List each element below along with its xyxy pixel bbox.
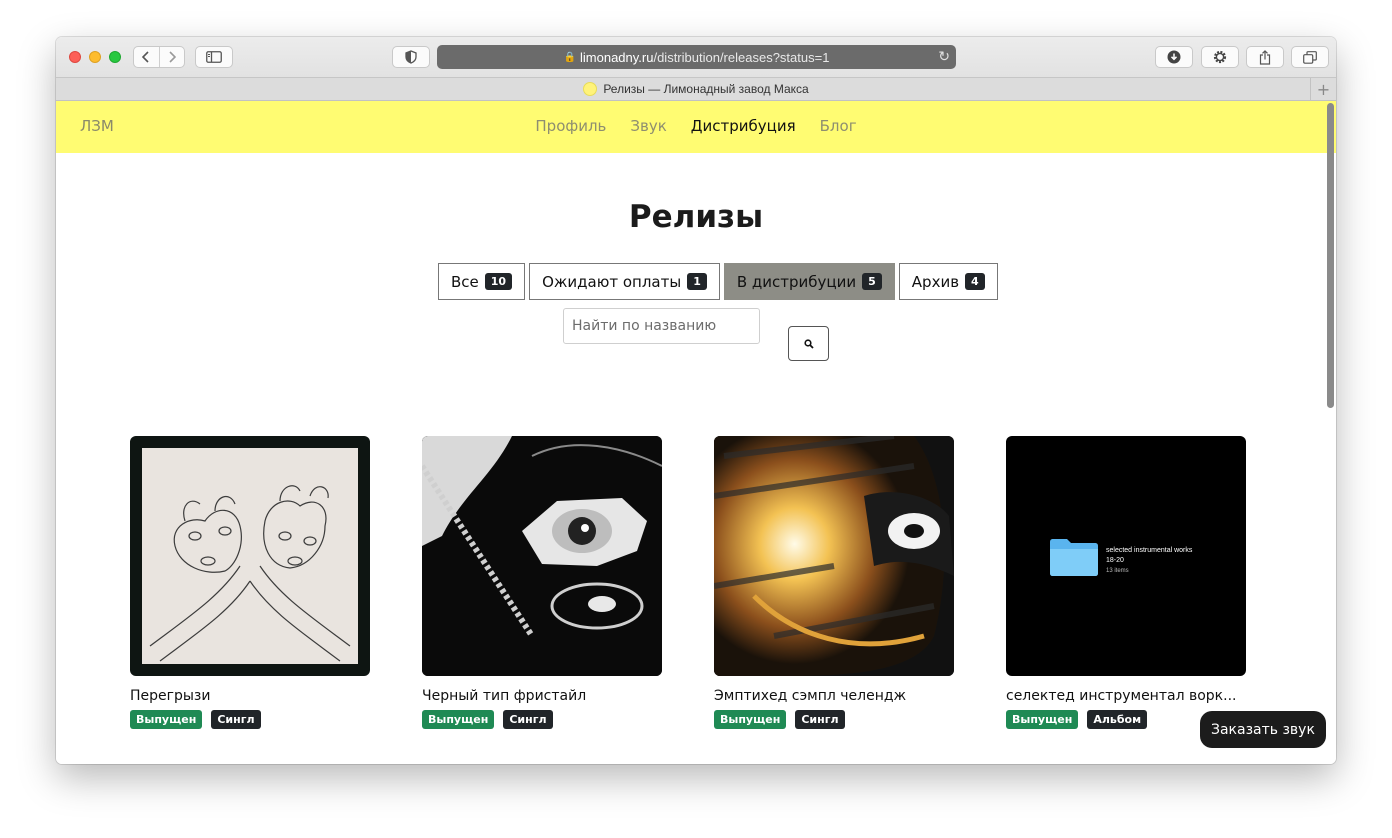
search-icon — [803, 338, 814, 349]
release-title[interactable]: Перегрызи — [130, 688, 370, 704]
tab-strip: Релизы — Лимонадный завод Макса + — [56, 77, 1336, 101]
cover-caption-line: 18-20 — [1106, 557, 1124, 564]
page-title: Релизы — [628, 199, 764, 235]
history-nav — [133, 46, 185, 68]
lock-icon: 🔒 — [563, 51, 576, 63]
release-title[interactable]: Черный тип фристайл — [422, 688, 662, 704]
status-badge: Выпущен — [1006, 710, 1079, 729]
nav-item-distribution[interactable]: Дистрибуция — [691, 117, 796, 135]
url-path: /distribution/releases?status=1 — [653, 49, 830, 65]
chevron-right-icon — [169, 51, 176, 63]
release-tags: Выпущен Сингл — [130, 710, 370, 729]
filter-label: Все — [451, 272, 479, 291]
cover-caption-line: selected instrumental works — [1106, 547, 1193, 554]
filter-label: В дистрибуции — [736, 272, 857, 291]
browser-window: 🔒 limonadny.ru/distribution/releases?sta… — [56, 37, 1336, 764]
release-title[interactable]: селектед инструментал ворк... — [1006, 688, 1246, 704]
cover-caption-line: 13 items — [1106, 568, 1129, 574]
count-badge: 4 — [965, 273, 985, 290]
sidebar-toggle-button[interactable] — [195, 46, 233, 68]
mask-artwork — [714, 436, 954, 676]
filter-awaiting-payment[interactable]: Ожидают оплаты 1 — [529, 263, 720, 300]
nav-item-blog[interactable]: Блог — [820, 117, 857, 135]
page-scrollbar[interactable] — [1327, 103, 1334, 408]
count-badge: 10 — [484, 273, 513, 290]
type-badge: Сингл — [211, 710, 261, 729]
release-cover[interactable] — [422, 436, 662, 676]
count-badge: 5 — [862, 273, 882, 290]
hands-artwork — [142, 448, 358, 664]
status-badge: Выпущен — [130, 710, 203, 729]
minimize-window-button[interactable] — [89, 51, 101, 63]
status-badge: Выпущен — [422, 710, 495, 729]
share-icon — [1259, 49, 1271, 65]
release-card[interactable]: Черный тип фристайл Выпущен Сингл — [422, 436, 662, 729]
plus-icon: + — [1316, 79, 1331, 99]
search-button[interactable] — [788, 326, 829, 361]
chevron-left-icon — [142, 51, 149, 63]
filter-archive[interactable]: Архив 4 — [898, 263, 998, 300]
shield-icon — [405, 50, 417, 64]
count-badge: 1 — [687, 273, 707, 290]
download-icon — [1167, 50, 1181, 64]
release-cover[interactable] — [130, 436, 370, 676]
search-input[interactable] — [563, 308, 760, 344]
filter-label: Архив — [911, 272, 960, 291]
tab-overview-button[interactable] — [1291, 46, 1329, 68]
type-badge: Сингл — [795, 710, 845, 729]
web-page: ЛЗМ Профиль Звук Дистрибуция Блог Релизы… — [56, 101, 1336, 764]
status-filters: Все 10 Ожидают оплаты 1 В дистрибуции 5 … — [438, 263, 998, 300]
type-badge: Альбом — [1087, 710, 1148, 729]
back-button[interactable] — [134, 47, 159, 67]
filter-all[interactable]: Все 10 — [438, 263, 526, 300]
nav-item-sound[interactable]: Звук — [630, 117, 666, 135]
tabs-icon — [1303, 50, 1317, 64]
release-tags: Выпущен Сингл — [422, 710, 662, 729]
close-window-button[interactable] — [69, 51, 81, 63]
new-tab-button[interactable]: + — [1310, 78, 1336, 100]
release-title[interactable]: Эмптихед сэмпл челендж — [714, 688, 954, 704]
status-badge: Выпущен — [714, 710, 787, 729]
eye-artwork — [422, 436, 662, 676]
forward-button[interactable] — [158, 47, 185, 67]
gear-icon — [1213, 50, 1227, 64]
order-sound-button[interactable]: Заказать звук — [1200, 711, 1326, 748]
release-card[interactable]: Перегрызи Выпущен Сингл — [130, 436, 370, 729]
type-badge: Сингл — [503, 710, 553, 729]
site-navbar: ЛЗМ Профиль Звук Дистрибуция Блог — [56, 101, 1336, 153]
share-button[interactable] — [1246, 46, 1284, 68]
filter-label: Ожидают оплаты — [542, 272, 682, 291]
release-tags: Выпущен Сингл — [714, 710, 954, 729]
url-host: limonadny.ru — [580, 49, 654, 65]
release-cover[interactable] — [714, 436, 954, 676]
release-cover[interactable]: selected instrumental works 18-20 13 ite… — [1006, 436, 1246, 676]
site-menu: Профиль Звук Дистрибуция Блог — [56, 117, 1336, 135]
extension-button[interactable] — [1201, 46, 1239, 68]
browser-toolbar: 🔒 limonadny.ru/distribution/releases?sta… — [56, 37, 1336, 77]
filter-in-distribution[interactable]: В дистрибуции 5 — [723, 263, 895, 300]
tab-title[interactable]: Релизы — Лимонадный завод Макса — [603, 82, 808, 96]
favicon-icon — [583, 82, 598, 96]
nav-item-profile[interactable]: Профиль — [535, 117, 606, 135]
folder-icon — [1050, 539, 1098, 576]
sidebar-icon — [206, 51, 222, 63]
privacy-report-button[interactable] — [392, 46, 430, 68]
zoom-window-button[interactable] — [109, 51, 121, 63]
release-card[interactable]: Эмптихед сэмпл челендж Выпущен Сингл — [714, 436, 954, 729]
downloads-button[interactable] — [1155, 46, 1193, 68]
reload-icon[interactable]: ↻ — [938, 48, 950, 65]
cover-caption: selected instrumental works 18-20 13 ite… — [1106, 546, 1192, 576]
release-card[interactable]: selected instrumental works 18-20 13 ite… — [1006, 436, 1246, 729]
address-bar[interactable]: 🔒 limonadny.ru/distribution/releases?sta… — [437, 45, 956, 69]
